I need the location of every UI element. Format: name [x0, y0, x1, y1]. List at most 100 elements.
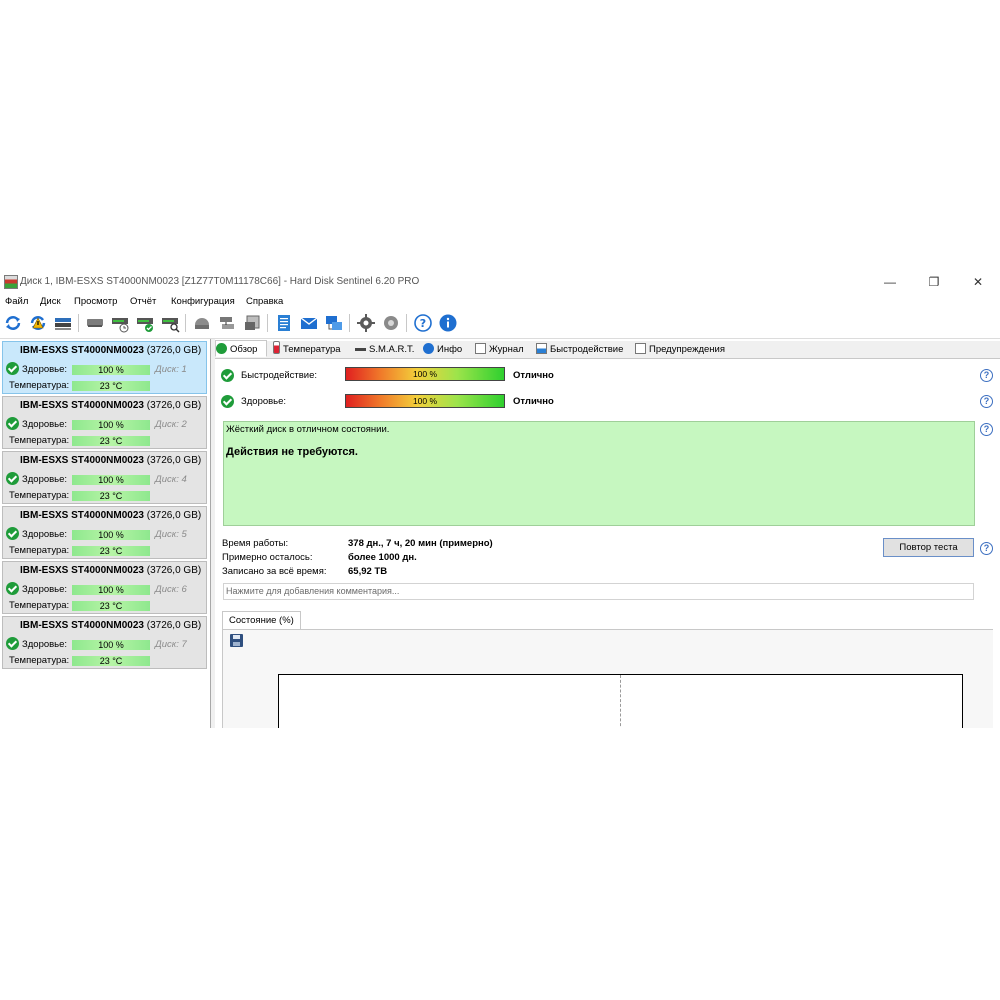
performance-rating: Отлично: [513, 370, 554, 381]
uptime-value: 378 дн., 7 ч, 20 мин (примерно): [348, 538, 493, 549]
document-icon: [635, 343, 646, 354]
chart-gridline: [620, 675, 621, 728]
menu-help[interactable]: Справка: [246, 296, 283, 307]
toolbar-separator: [349, 314, 350, 332]
disk-schedule-icon[interactable]: [110, 313, 130, 333]
disk-icon[interactable]: [85, 313, 105, 333]
disk-item[interactable]: IBM-ESXS ST4000NM0023 (3726,0 GB) Здоров…: [2, 451, 207, 504]
tab-performance[interactable]: Быстродействие: [536, 341, 624, 358]
health-label: Здоровье:: [241, 396, 287, 407]
tab-strip: Обзор Температура S.M.A.R.T. Инфо Журнал…: [215, 340, 1000, 359]
disk-name: IBM-ESXS ST4000NM0023: [20, 510, 144, 521]
help-icon[interactable]: ?: [413, 313, 433, 333]
temperature-label: Температура:: [9, 435, 70, 446]
disk-size: (3726,0 GB): [146, 565, 202, 576]
temperature-bar: 23 °C: [72, 601, 150, 611]
disk-name: IBM-ESXS ST4000NM0023: [20, 565, 144, 576]
disk-check-icon[interactable]: [135, 313, 155, 333]
disk-search-icon[interactable]: [160, 313, 180, 333]
disk-size: (3726,0 GB): [146, 620, 202, 631]
ok-check-icon: [221, 369, 234, 382]
ok-check-icon: [6, 582, 19, 595]
disk-item[interactable]: IBM-ESXS ST4000NM0023 (3726,0 GB) Здоров…: [2, 561, 207, 614]
network-icon[interactable]: [324, 313, 344, 333]
menu-configuration[interactable]: Конфигурация: [171, 296, 235, 307]
retest-button[interactable]: Повтор теста: [883, 538, 974, 557]
disk-item[interactable]: IBM-ESXS ST4000NM0023 (3726,0 GB) Здоров…: [2, 396, 207, 449]
report-icon[interactable]: [274, 313, 294, 333]
toolbar: ?: [0, 310, 1000, 339]
sound-icon[interactable]: [381, 313, 401, 333]
toolbar-separator: [267, 314, 268, 332]
tab-temperature[interactable]: Температура: [273, 341, 341, 358]
temperature-label: Температура:: [9, 600, 70, 611]
ok-check-icon: [6, 527, 19, 540]
disk-list: IBM-ESXS ST4000NM0023 (3726,0 GB) Здоров…: [0, 339, 211, 728]
written-value: 65,92 TB: [348, 566, 388, 577]
minimize-button[interactable]: —: [868, 272, 912, 293]
chart-icon: [536, 343, 547, 354]
toolbar-separator: [185, 314, 186, 332]
save-icon[interactable]: [230, 634, 243, 647]
health-label: Здоровье:: [22, 419, 68, 430]
toolbar-separator: [78, 314, 79, 332]
written-label: Записано за всё время:: [222, 566, 327, 577]
help-icon[interactable]: ?: [980, 369, 993, 382]
disk-size: (3726,0 GB): [146, 455, 202, 466]
refresh-warning-icon[interactable]: [28, 313, 48, 333]
menu-disk[interactable]: Диск: [40, 296, 61, 307]
ok-check-icon: [221, 395, 234, 408]
health-chart-area: [278, 674, 963, 728]
tab-health-percent[interactable]: Состояние (%): [222, 611, 301, 631]
tab-log[interactable]: Журнал: [475, 341, 524, 358]
tab-alerts[interactable]: Предупреждения: [635, 341, 725, 358]
disk-name: IBM-ESXS ST4000NM0023: [20, 400, 144, 411]
comment-field[interactable]: Нажмите для добавления комментария...: [223, 583, 974, 600]
health-chart-panel: [222, 629, 993, 728]
help-icon[interactable]: ?: [980, 423, 993, 436]
tab-info[interactable]: Инфо: [423, 341, 463, 358]
disk-item[interactable]: IBM-ESXS ST4000NM0023 (3726,0 GB) Здоров…: [2, 506, 207, 559]
document-icon: [475, 343, 486, 354]
restore-button[interactable]: ❐: [912, 272, 956, 293]
remaining-label: Примерно осталось:: [222, 552, 313, 563]
menu-file[interactable]: Файл: [5, 296, 28, 307]
temperature-label: Температура:: [9, 490, 70, 501]
help-icon[interactable]: ?: [980, 542, 993, 555]
disk-transfer-icon[interactable]: [217, 313, 237, 333]
hdd-icon[interactable]: [192, 313, 212, 333]
tab-overview[interactable]: Обзор: [215, 340, 267, 357]
health-bar: 100 %: [72, 420, 150, 430]
refresh-icon[interactable]: [3, 313, 23, 333]
health-rating: Отлично: [513, 396, 554, 407]
email-icon[interactable]: [299, 313, 319, 333]
close-button[interactable]: ✕: [956, 272, 1000, 293]
disk-item[interactable]: IBM-ESXS ST4000NM0023 (3726,0 GB) Здоров…: [2, 616, 207, 669]
ok-check-icon: [6, 637, 19, 650]
disk-number: Диск: 1: [155, 364, 187, 375]
info-icon: [423, 343, 434, 354]
health-bar: 100 %: [72, 640, 150, 650]
info-icon[interactable]: [438, 313, 458, 333]
status-action: Действия не требуются.: [226, 446, 358, 458]
uptime-label: Время работы:: [222, 538, 289, 549]
settings-icon[interactable]: [356, 313, 376, 333]
help-icon[interactable]: ?: [980, 395, 993, 408]
disk-item[interactable]: IBM-ESXS ST4000NM0023 (3726,0 GB) Здоров…: [2, 341, 207, 394]
ok-check-icon: [6, 362, 19, 375]
disk-number: Диск: 2: [155, 419, 187, 430]
title-bar: Диск 1, IBM-ESXS ST4000NM0023 [Z1Z77T0M1…: [0, 272, 1000, 293]
menu-report[interactable]: Отчёт: [130, 296, 156, 307]
ok-check-icon: [216, 343, 227, 354]
status-text: Жёсткий диск в отличном состоянии.: [226, 424, 390, 435]
svg-text:?: ?: [420, 317, 426, 330]
disk-name: IBM-ESXS ST4000NM0023: [20, 620, 144, 631]
disk-number: Диск: 7: [155, 639, 187, 650]
menu-view[interactable]: Просмотр: [74, 296, 117, 307]
disk-size: (3726,0 GB): [146, 400, 202, 411]
disk-list-icon[interactable]: [53, 313, 73, 333]
tab-smart[interactable]: S.M.A.R.T.: [355, 341, 415, 358]
disk-copy-icon[interactable]: [242, 313, 262, 333]
health-label: Здоровье:: [22, 639, 68, 650]
health-label: Здоровье:: [22, 474, 68, 485]
